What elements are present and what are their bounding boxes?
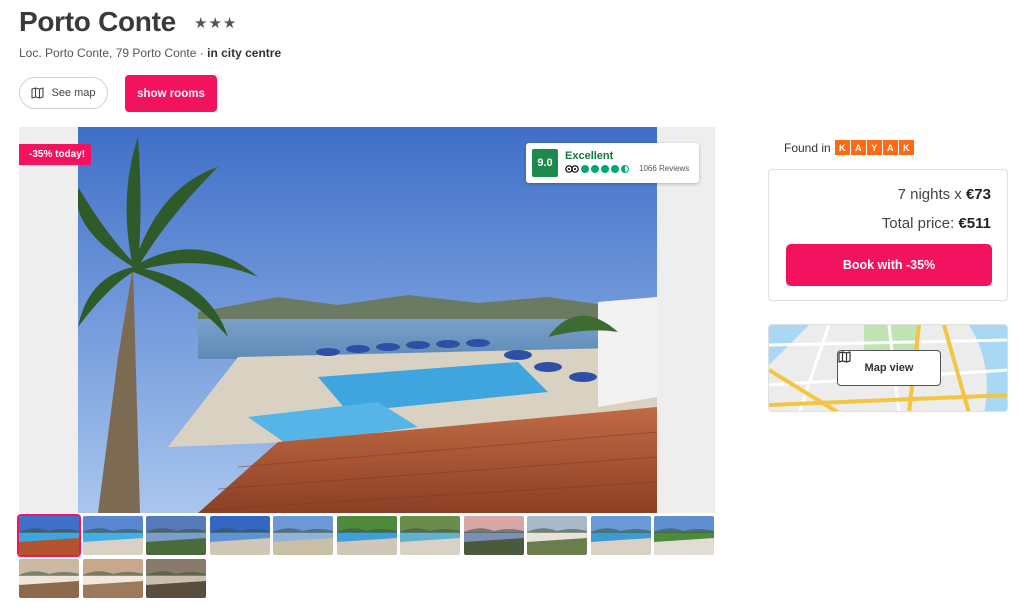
gallery-thumbnail[interactable]	[336, 516, 397, 555]
nights-text: 7 nights x	[897, 186, 966, 203]
kayak-logo: KAYAK	[834, 140, 914, 155]
gallery-thumbnail[interactable]	[82, 516, 143, 555]
rating-score: 9.0	[532, 149, 558, 177]
gallery-thumbnail[interactable]	[146, 559, 206, 598]
kayak-letter: Y	[866, 140, 882, 155]
star-rating: ★★★	[194, 15, 238, 32]
photo-gallery[interactable]	[19, 127, 715, 513]
show-rooms-button[interactable]: show rooms	[125, 75, 217, 112]
kayak-letter: A	[882, 140, 898, 155]
rating-label: Excellent	[565, 150, 614, 162]
main-hotel-photo[interactable]	[78, 127, 657, 513]
map-icon	[31, 87, 45, 99]
address-text: Loc. Porto Conte, 79 Porto Conte ·	[19, 46, 208, 60]
kayak-letter: A	[850, 140, 866, 155]
map-preview[interactable]: Map view	[768, 324, 1008, 412]
rating-widget: 9.0 Excellent 1066 Reviews	[526, 143, 699, 183]
map-view-label: Map view	[864, 362, 914, 374]
gallery-thumbnail[interactable]	[273, 516, 333, 555]
hotel-address: Loc. Porto Conte, 79 Porto Conte · in ci…	[19, 46, 281, 60]
review-count: 1066 Reviews	[639, 164, 690, 173]
kayak-letter: K	[834, 140, 850, 155]
location-tag: in city centre	[207, 46, 282, 60]
gallery-thumbnail[interactable]	[19, 516, 79, 555]
gallery-thumbnail[interactable]	[19, 559, 79, 598]
hotel-name: Porto Conte	[19, 6, 176, 37]
book-button[interactable]: Book with -35%	[786, 244, 992, 286]
kayak-letter: K	[898, 140, 914, 155]
rating-bubble	[581, 164, 589, 173]
found-in-label: Found in	[784, 140, 831, 155]
gallery-thumbnail[interactable]	[527, 516, 587, 555]
found-in: Found in KAYAK	[784, 140, 914, 155]
rating-bubble	[591, 164, 599, 173]
gallery-thumbnail[interactable]	[654, 516, 714, 555]
discount-badge: -35% today!	[19, 144, 92, 165]
price-card: 7 nights x €73 Total price: €511 Book wi…	[768, 169, 1008, 301]
see-map-label: See map	[51, 87, 96, 99]
nights-price: 7 nights x €73	[898, 186, 991, 203]
tripadvisor-bubbles	[565, 164, 629, 173]
total-price-value: €511	[958, 215, 991, 232]
total-price: Total price: €511	[882, 215, 991, 232]
see-map-button[interactable]: See map	[19, 77, 108, 109]
gallery-thumbnail[interactable]	[209, 516, 270, 555]
gallery-thumbnail[interactable]	[463, 516, 524, 555]
nightly-price: €73	[965, 186, 991, 203]
tripadvisor-owl-icon	[565, 165, 579, 173]
gallery-thumbnail[interactable]	[400, 516, 460, 555]
rating-bubble	[611, 164, 619, 173]
map-view-button[interactable]: Map view	[837, 350, 941, 386]
rating-bubble	[601, 164, 609, 173]
rating-bubble-half	[621, 164, 629, 173]
gallery-thumbnail[interactable]	[590, 516, 651, 555]
gallery-thumbnail[interactable]	[82, 559, 143, 598]
total-label: Total price:	[881, 215, 959, 232]
map-icon	[838, 351, 851, 363]
gallery-thumbnail[interactable]	[146, 516, 206, 555]
